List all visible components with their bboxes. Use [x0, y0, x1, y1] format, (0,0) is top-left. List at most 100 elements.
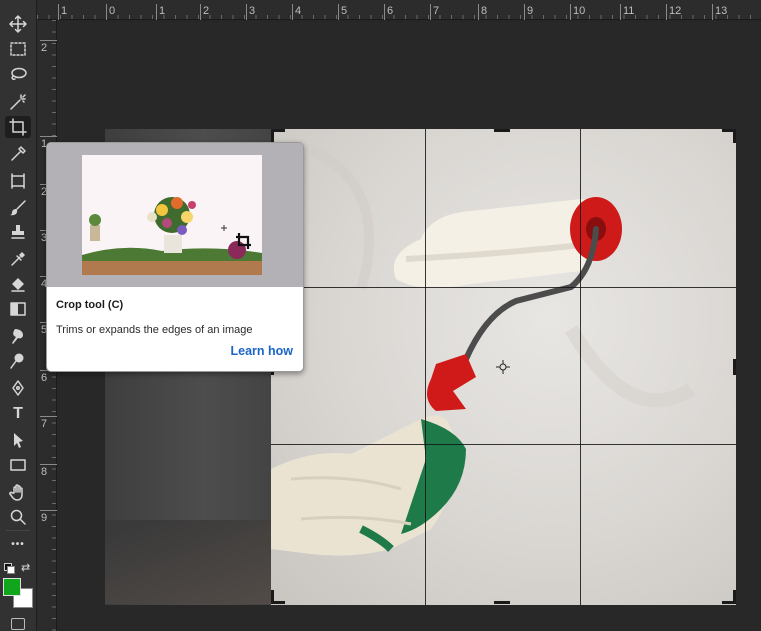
- crop-grid-line-v1: [425, 129, 426, 605]
- tooltip-preview: [47, 143, 303, 287]
- crop-tool-tooltip: Crop tool (C) Trims or expands the edges…: [46, 142, 304, 372]
- ruler-label: 2: [203, 5, 210, 17]
- learn-how-link[interactable]: Learn how: [230, 344, 293, 358]
- crop-handle-top-left-v[interactable]: [271, 129, 274, 143]
- frame-icon: [11, 173, 25, 189]
- dodge-icon: [10, 353, 24, 369]
- frame-tool[interactable]: [5, 170, 31, 192]
- crop-grid-line-v2: [580, 129, 581, 605]
- ruler-label: 13: [715, 5, 728, 17]
- tools-panel: T ••• ⇄: [0, 0, 37, 631]
- clone-stamp-icon: [11, 225, 25, 239]
- ruler-label: 3: [249, 5, 256, 17]
- hand-tool[interactable]: [5, 481, 31, 503]
- crop-handle-bottom[interactable]: [494, 601, 510, 604]
- lasso-tool[interactable]: [5, 64, 31, 86]
- ruler-label: 7: [433, 5, 440, 17]
- brush-icon: [10, 200, 26, 216]
- ruler-tick: [292, 4, 293, 20]
- quick-mask-icon[interactable]: [11, 618, 25, 630]
- rectangular-marquee-tool[interactable]: [5, 38, 31, 60]
- gradient-icon: [10, 302, 26, 316]
- zoom-icon: [10, 509, 26, 525]
- move-icon: [9, 15, 27, 33]
- eyedropper-icon: [11, 146, 26, 161]
- paint-roller-photo: [271, 144, 695, 556]
- ruler-tick: [478, 4, 479, 20]
- tooltip-preview-image: [82, 155, 262, 275]
- crop-grid-line-h1: [271, 287, 736, 288]
- smudge-tool[interactable]: [5, 325, 31, 347]
- path-selection-icon: [14, 433, 23, 448]
- ruler-label: 12: [669, 5, 682, 17]
- more-tools-button[interactable]: •••: [5, 534, 31, 556]
- clone-stamp-tool[interactable]: [5, 221, 31, 243]
- ruler-tick: [666, 4, 667, 20]
- crop-icon: [9, 118, 27, 136]
- spot-healing-tool[interactable]: [5, 248, 31, 270]
- ruler-tick: [156, 4, 157, 20]
- ruler-label: 0: [109, 5, 116, 17]
- ruler-tick: [338, 4, 339, 20]
- tooltip-title: Crop tool (C): [56, 299, 124, 311]
- path-selection-tool[interactable]: [5, 429, 31, 451]
- dodge-tool[interactable]: [5, 350, 31, 372]
- lasso-icon: [11, 67, 27, 80]
- crop-handle-bottom-left-v[interactable]: [271, 590, 274, 604]
- ruler-label: 7: [41, 418, 48, 430]
- ruler-label: 6: [387, 5, 394, 17]
- ruler-label: 1: [61, 5, 68, 17]
- rectangle-shape-icon: [10, 459, 26, 471]
- ruler-tick: [620, 4, 621, 20]
- ruler-tick: [40, 464, 57, 465]
- gradient-tool[interactable]: [5, 298, 31, 320]
- pen-icon: [12, 380, 24, 396]
- hand-icon: [9, 484, 23, 501]
- eraser-tool[interactable]: [5, 273, 31, 295]
- ruler-tick: [570, 4, 571, 20]
- eyedropper-tool[interactable]: [5, 143, 31, 165]
- ruler-label: 5: [341, 5, 348, 17]
- ruler-label: 9: [527, 5, 534, 17]
- ruler-label: 10: [573, 5, 586, 17]
- ruler-label: 6: [41, 372, 48, 384]
- zoom-tool[interactable]: [5, 506, 31, 528]
- ruler-tick: [40, 40, 57, 41]
- eraser-icon: [11, 278, 25, 292]
- crop-handle-top-right-v[interactable]: [733, 129, 736, 143]
- cropped-out-arm: [105, 520, 271, 604]
- default-colors-icon[interactable]: [4, 563, 15, 574]
- ruler-tick: [246, 4, 247, 20]
- ruler-label: 4: [295, 5, 302, 17]
- ruler-tick: [430, 4, 431, 20]
- crop-tool[interactable]: [5, 116, 31, 138]
- more-icon: •••: [11, 539, 25, 550]
- magic-wand-tool[interactable]: [5, 91, 31, 113]
- ruler-label: 9: [41, 512, 48, 524]
- swap-colors-icon[interactable]: ⇄: [21, 561, 30, 574]
- crop-handle-top[interactable]: [494, 129, 510, 132]
- ruler-label: 8: [481, 5, 488, 17]
- smudge-icon: [12, 329, 23, 344]
- type-tool[interactable]: T: [5, 403, 31, 425]
- pen-tool[interactable]: [5, 377, 31, 399]
- magic-wand-icon: [10, 94, 26, 110]
- brush-tool[interactable]: [5, 197, 31, 219]
- ruler-tick: [40, 136, 57, 137]
- ruler-label: 1: [159, 5, 166, 17]
- ruler-label: 8: [41, 466, 48, 478]
- ruler-tick: [384, 4, 385, 20]
- ruler-tick: [712, 4, 713, 20]
- horizontal-ruler[interactable]: 1 0 1 2 3 4 5 6 7 8 9 10 11 12 13: [37, 0, 761, 20]
- crop-image-area[interactable]: [271, 129, 736, 605]
- tooltip-description: Trims or expands the edges of an image: [56, 324, 253, 336]
- ruler-tick: [106, 4, 107, 20]
- rectangle-tool[interactable]: [5, 454, 31, 476]
- ruler-tick: [40, 416, 57, 417]
- foreground-color-swatch[interactable]: [3, 578, 21, 596]
- ruler-label: 11: [623, 5, 635, 17]
- move-tool[interactable]: [5, 13, 31, 35]
- crop-handle-right[interactable]: [733, 359, 736, 375]
- ruler-tick: [200, 4, 201, 20]
- crop-handle-bottom-right[interactable]: [722, 601, 736, 604]
